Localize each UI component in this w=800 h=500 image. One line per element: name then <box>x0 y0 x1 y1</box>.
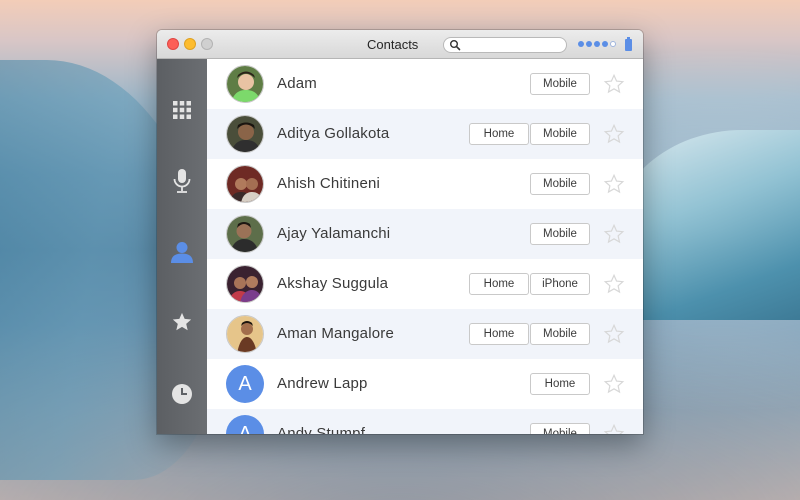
recents-button[interactable] <box>168 380 196 408</box>
favorite-star-icon[interactable] <box>603 123 625 145</box>
contact-name: Adam <box>277 75 317 92</box>
microphone-icon <box>173 169 191 193</box>
contact-row[interactable]: A Andrew Lapp Home <box>207 359 643 409</box>
title-bar[interactable]: Contacts <box>157 30 643 59</box>
contact-row[interactable]: Akshay Suggula Home iPhone <box>207 259 643 309</box>
contact-name: Ajay Yalamanchi <box>277 225 391 242</box>
contact-row[interactable]: Aditya Gollakota Home Mobile <box>207 109 643 159</box>
call-mobile-button[interactable]: Mobile <box>530 323 590 345</box>
contact-row[interactable]: Ajay Yalamanchi Mobile <box>207 209 643 259</box>
call-home-button[interactable]: Home <box>469 273 529 295</box>
star-icon <box>172 312 192 331</box>
contact-row[interactable]: Ahish Chitineni Mobile <box>207 159 643 209</box>
favorite-star-icon[interactable] <box>603 73 625 95</box>
contact-name: Aditya Gollakota <box>277 125 390 142</box>
avatar <box>226 215 264 253</box>
favorite-star-icon[interactable] <box>603 423 625 434</box>
call-iphone-button[interactable]: iPhone <box>530 273 590 295</box>
voicemail-button[interactable] <box>168 167 196 195</box>
search-icon <box>450 40 461 51</box>
keypad-button[interactable] <box>168 96 196 124</box>
call-home-button[interactable]: Home <box>530 373 590 395</box>
contact-name: Aman Mangalore <box>277 325 395 342</box>
favorite-star-icon[interactable] <box>603 273 625 295</box>
favorite-star-icon[interactable] <box>603 223 625 245</box>
close-window-button[interactable] <box>167 38 179 50</box>
zoom-window-button[interactable] <box>201 38 213 50</box>
call-home-button[interactable]: Home <box>469 123 529 145</box>
call-home-button[interactable]: Home <box>469 323 529 345</box>
window-title: Contacts <box>367 37 419 52</box>
avatar <box>226 115 264 153</box>
signal-strength-indicator <box>578 41 616 49</box>
keypad-icon <box>173 101 191 119</box>
signal-dot <box>578 41 584 47</box>
clock-icon <box>172 384 192 404</box>
contacts-window: Contacts Adam Mobile Aditya Gollakota Ho… <box>157 30 643 434</box>
battery-icon <box>625 37 632 51</box>
favorites-button[interactable] <box>168 308 196 336</box>
signal-dot <box>586 41 592 47</box>
signal-dot <box>602 41 608 47</box>
signal-dot <box>594 41 600 47</box>
contacts-button[interactable] <box>168 238 196 266</box>
favorite-star-icon[interactable] <box>603 323 625 345</box>
avatar <box>226 165 264 203</box>
call-mobile-button[interactable]: Mobile <box>530 73 590 95</box>
contact-name: Ahish Chitineni <box>277 175 381 192</box>
call-mobile-button[interactable]: Mobile <box>530 423 590 434</box>
contact-row[interactable]: Aman Mangalore Home Mobile <box>207 309 643 359</box>
contact-name: Akshay Suggula <box>277 275 389 292</box>
call-mobile-button[interactable]: Mobile <box>530 123 590 145</box>
call-mobile-button[interactable]: Mobile <box>530 173 590 195</box>
avatar: A <box>226 415 264 434</box>
contact-name: Andy Stumpf <box>277 425 366 434</box>
sidebar <box>157 59 207 434</box>
call-mobile-button[interactable]: Mobile <box>530 223 590 245</box>
contact-row[interactable]: Adam Mobile <box>207 59 643 109</box>
contact-row[interactable]: A Andy Stumpf Mobile <box>207 409 643 434</box>
avatar <box>226 315 264 353</box>
favorite-star-icon[interactable] <box>603 373 625 395</box>
contact-name: Andrew Lapp <box>277 375 368 392</box>
favorite-star-icon[interactable] <box>603 173 625 195</box>
signal-dot-empty <box>610 41 616 47</box>
person-icon <box>171 242 193 263</box>
contacts-list[interactable]: Adam Mobile Aditya Gollakota Home Mobile… <box>207 59 643 434</box>
search-field[interactable] <box>443 37 567 53</box>
avatar: A <box>226 365 264 403</box>
avatar <box>226 265 264 303</box>
minimize-window-button[interactable] <box>184 38 196 50</box>
avatar <box>226 65 264 103</box>
